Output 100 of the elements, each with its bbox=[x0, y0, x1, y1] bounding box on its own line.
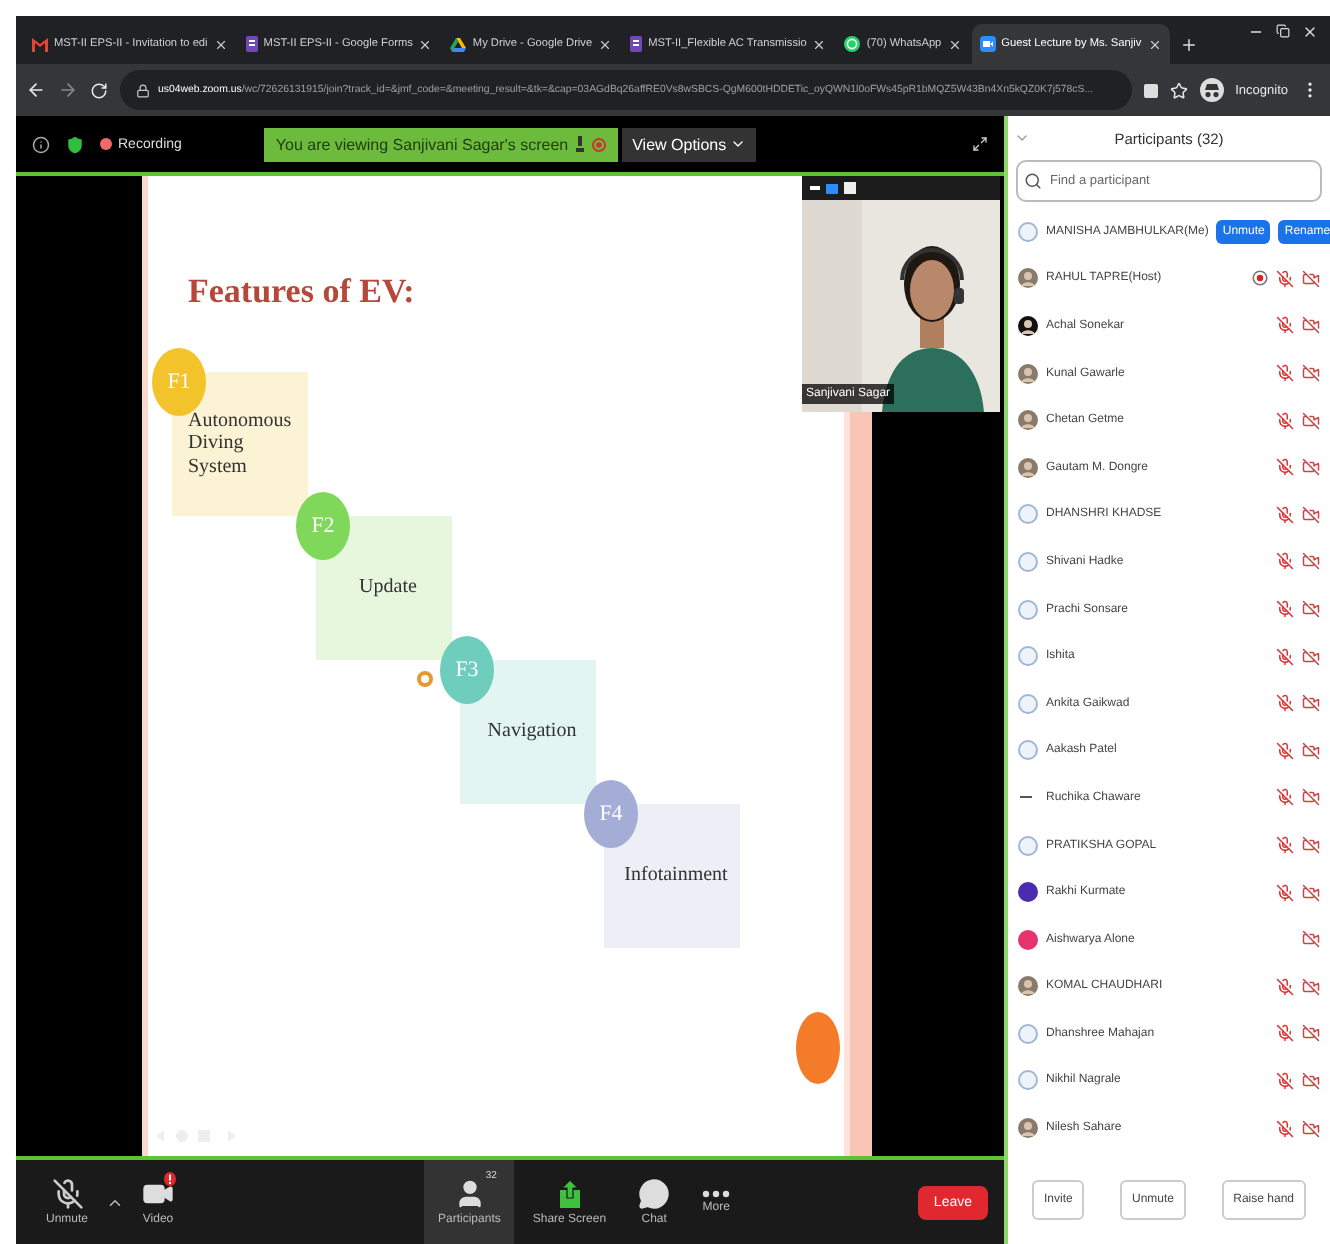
mail-logo-icon bbox=[32, 37, 48, 51]
video-off-icon[interactable] bbox=[1302, 883, 1320, 902]
avatar-icon bbox=[1018, 221, 1038, 242]
video-off-icon[interactable] bbox=[1302, 411, 1320, 430]
feature-badge: F1 bbox=[152, 348, 206, 416]
video-off-icon[interactable] bbox=[1302, 1024, 1320, 1043]
bookmark-icon[interactable] bbox=[1169, 81, 1188, 99]
muted-mic-icon[interactable] bbox=[1276, 364, 1294, 383]
video-off-icon[interactable] bbox=[1302, 836, 1320, 855]
video-off-icon[interactable] bbox=[1302, 458, 1320, 477]
muted-mic-icon[interactable] bbox=[1276, 411, 1294, 430]
video-off-icon[interactable] bbox=[1302, 930, 1320, 949]
back-icon[interactable] bbox=[26, 80, 46, 100]
form-icon bbox=[245, 36, 258, 52]
video-off-icon[interactable] bbox=[1302, 269, 1320, 288]
info-icon[interactable] bbox=[32, 135, 50, 153]
tab-search-icon[interactable] bbox=[1143, 83, 1158, 97]
video-off-icon[interactable] bbox=[1302, 741, 1320, 760]
close-icon[interactable] bbox=[812, 37, 827, 51]
muted-mic-icon[interactable] bbox=[1276, 788, 1294, 807]
muted-mic-icon[interactable] bbox=[1276, 1024, 1294, 1043]
more-icon bbox=[702, 1190, 731, 1198]
circle-decoration-icon bbox=[796, 1012, 840, 1084]
forward-icon[interactable] bbox=[58, 80, 78, 100]
avatar-icon bbox=[1018, 835, 1038, 856]
alert-badge-icon bbox=[164, 1172, 177, 1186]
fullscreen-icon[interactable] bbox=[972, 136, 988, 152]
search-icon bbox=[1024, 172, 1042, 190]
video-off-icon[interactable] bbox=[1302, 1071, 1320, 1090]
pointer-icon bbox=[576, 136, 585, 152]
muted-mic-icon[interactable] bbox=[1276, 741, 1294, 760]
avatar-icon bbox=[1018, 599, 1038, 620]
feature-badge: F4 bbox=[584, 780, 638, 848]
close-icon[interactable] bbox=[213, 37, 228, 51]
video-off-icon[interactable] bbox=[1302, 552, 1320, 571]
recording-dot-icon bbox=[100, 138, 112, 150]
video-off-icon[interactable] bbox=[1302, 505, 1320, 524]
muted-mic-icon[interactable] bbox=[1276, 1071, 1294, 1090]
muted-mic-icon[interactable] bbox=[1276, 836, 1294, 855]
avatar-icon bbox=[1018, 693, 1038, 714]
slide-title: Features of EV: bbox=[188, 272, 417, 312]
video-off-icon[interactable] bbox=[1302, 788, 1320, 807]
video-off-icon[interactable] bbox=[1302, 316, 1320, 335]
chat-icon bbox=[638, 1178, 671, 1210]
close-icon[interactable] bbox=[947, 37, 962, 51]
muted-mic-icon[interactable] bbox=[1276, 647, 1294, 666]
muted-mic-icon[interactable] bbox=[1276, 552, 1294, 571]
close-icon[interactable] bbox=[418, 37, 433, 51]
new-tab-icon[interactable] bbox=[1179, 36, 1198, 54]
video-off-icon[interactable] bbox=[1302, 1119, 1320, 1138]
close-icon[interactable] bbox=[1147, 37, 1162, 51]
feature-label: Infotainment bbox=[624, 864, 728, 888]
avatar-icon bbox=[1018, 740, 1038, 761]
video-off-icon[interactable] bbox=[1302, 600, 1320, 619]
sharing-banner: You are viewing Sanjivani Sagar's screen bbox=[263, 127, 619, 161]
avatar-icon bbox=[1018, 1070, 1038, 1091]
tile-view-icon[interactable] bbox=[826, 183, 838, 193]
video-off-icon[interactable] bbox=[1302, 364, 1320, 383]
restore-icon[interactable] bbox=[1276, 24, 1290, 38]
muted-mic-icon[interactable] bbox=[1276, 883, 1294, 902]
close-icon[interactable] bbox=[598, 37, 613, 51]
avatar-icon bbox=[1018, 976, 1038, 997]
avatar-icon bbox=[1018, 646, 1038, 667]
avatar-icon bbox=[1018, 504, 1038, 525]
view-options-button[interactable]: View Options bbox=[622, 127, 757, 161]
feature-label: Update bbox=[359, 576, 417, 600]
incognito-icon bbox=[1199, 78, 1224, 102]
video-off-icon[interactable] bbox=[1302, 647, 1320, 666]
people-icon bbox=[453, 1178, 486, 1210]
avatar-icon bbox=[1018, 1118, 1038, 1139]
ring-icon bbox=[416, 670, 434, 688]
feature-badge: F2 bbox=[296, 492, 350, 560]
avatar-icon bbox=[1018, 268, 1038, 289]
chat-bubble-icon bbox=[844, 36, 861, 52]
triangle-logo-icon bbox=[450, 37, 467, 51]
muted-mic-icon[interactable] bbox=[1276, 269, 1294, 288]
video-off-icon[interactable] bbox=[1302, 694, 1320, 713]
video-off-icon[interactable] bbox=[1302, 977, 1320, 996]
muted-mic-icon[interactable] bbox=[1276, 1119, 1294, 1138]
reload-icon[interactable] bbox=[90, 81, 108, 99]
muted-mic-icon[interactable] bbox=[1276, 694, 1294, 713]
muted-mic-icon[interactable] bbox=[1276, 600, 1294, 619]
muted-mic-icon[interactable] bbox=[1276, 316, 1294, 335]
muted-mic-icon[interactable] bbox=[1276, 458, 1294, 477]
close-icon[interactable] bbox=[1302, 24, 1318, 40]
avatar-icon bbox=[1018, 410, 1038, 431]
feature-label: Navigation bbox=[487, 720, 577, 744]
muted-mic-icon[interactable] bbox=[1276, 505, 1294, 524]
muted-mic-icon[interactable] bbox=[1276, 977, 1294, 996]
chevron-down-icon bbox=[730, 136, 747, 152]
collapse-icon[interactable] bbox=[1014, 130, 1030, 146]
avatar-icon bbox=[1018, 551, 1038, 572]
shield-icon[interactable] bbox=[66, 135, 84, 153]
dash-icon bbox=[1018, 794, 1038, 801]
avatar-icon bbox=[1018, 1023, 1038, 1044]
avatar-icon bbox=[1018, 315, 1038, 336]
lock-icon bbox=[136, 83, 150, 97]
feature-badge: F3 bbox=[440, 636, 494, 704]
avatar-icon bbox=[1018, 457, 1038, 478]
avatar-icon bbox=[1018, 363, 1038, 384]
